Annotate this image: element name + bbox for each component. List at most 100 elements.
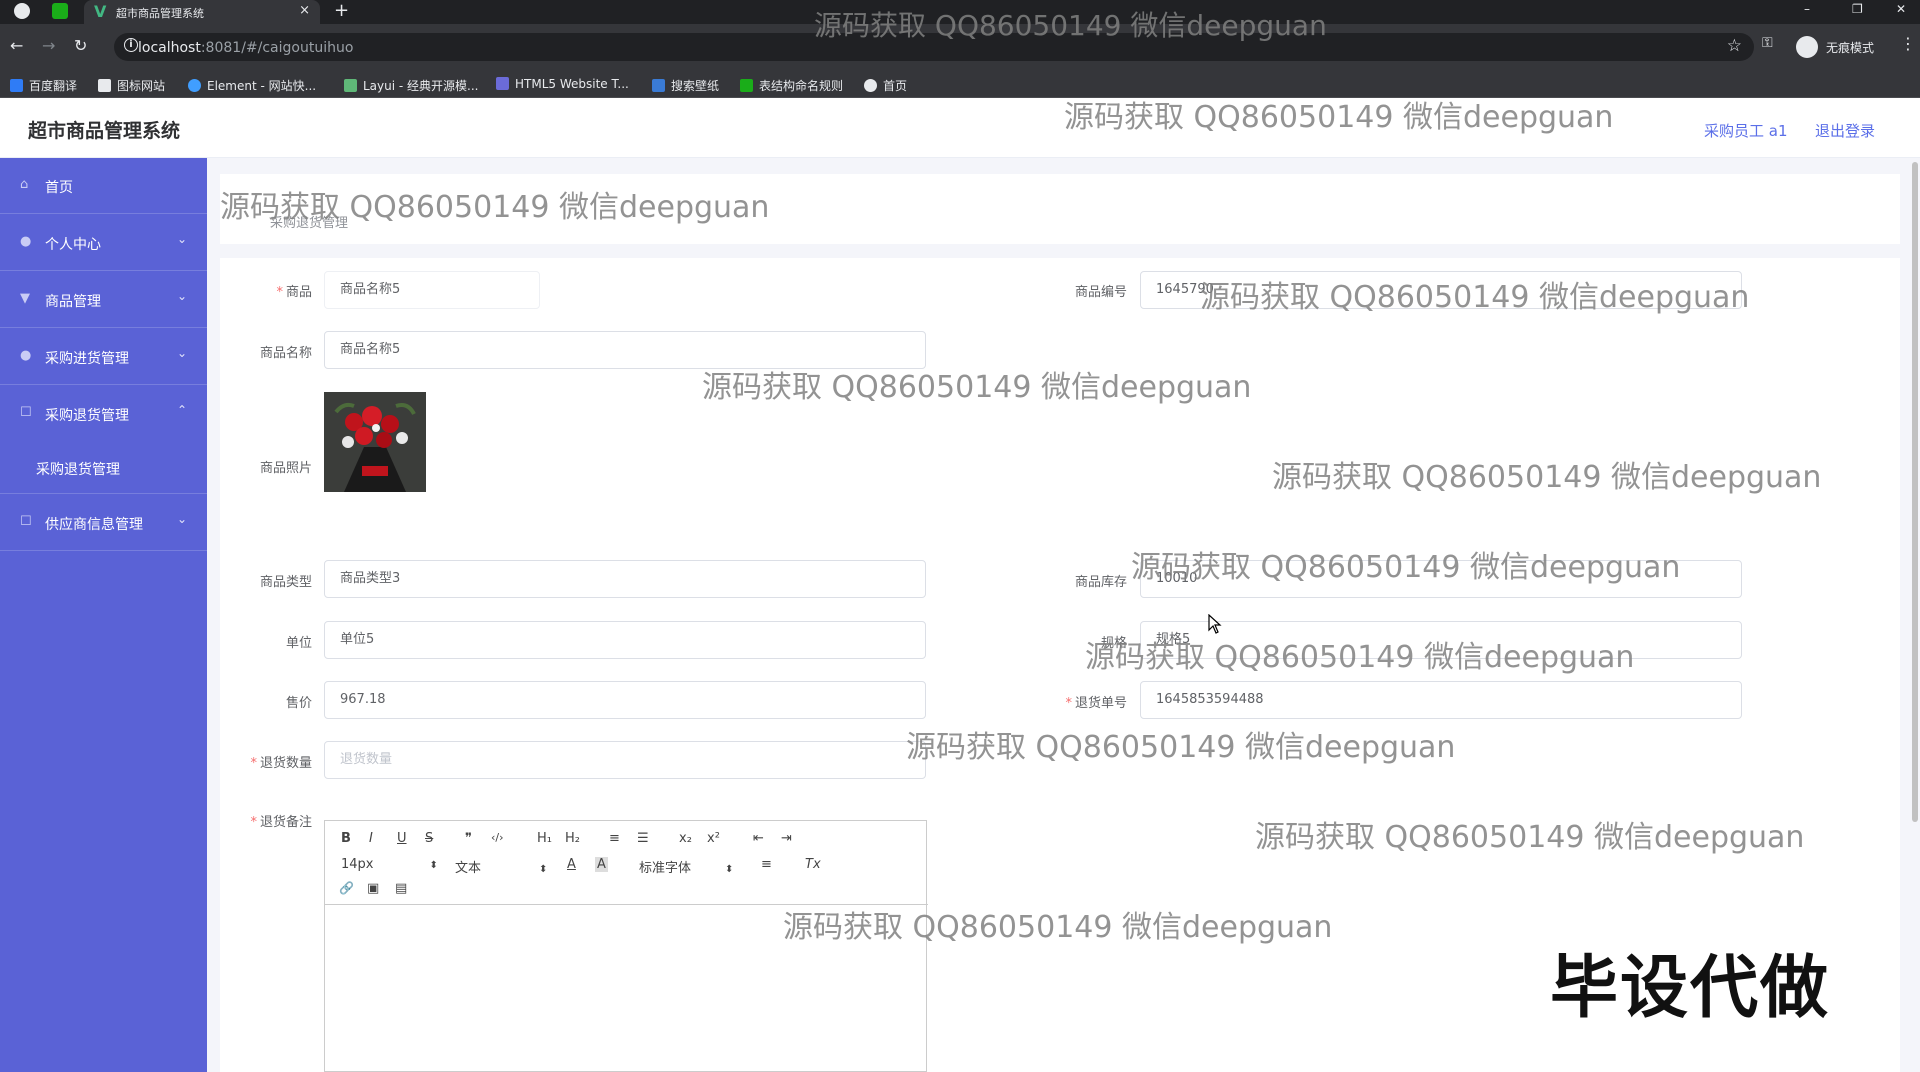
subscript-button[interactable]: x₂ [679, 831, 692, 846]
strike-button[interactable]: S [425, 831, 433, 846]
browser-menu-icon[interactable]: ⋮ [1900, 34, 1916, 53]
return-qty-label: * 退货数量 [212, 752, 312, 771]
rich-text-editor[interactable]: B I U S ❞ ‹/› H₁ H₂ ≡ ☰ x₂ x² ⇤ ⇥ 14px ⬍ … [324, 820, 928, 1072]
bookmark-item[interactable]: 表结构命名规则 [740, 77, 843, 94]
select-arrows-icon: ⬍ [539, 864, 548, 875]
watermark: 源码获取 QQ86050149 微信deepguan [1255, 820, 1805, 855]
watermark: 源码获取 QQ86050149 微信deepguan [783, 910, 1333, 945]
price-label: 售价 [285, 696, 312, 711]
code-button[interactable]: ‹/› [491, 831, 504, 844]
goods-photo [324, 392, 426, 492]
scrollbar[interactable] [1912, 162, 1918, 822]
forward-arrow-icon[interactable]: → [42, 36, 55, 55]
logout-link[interactable]: 退出登录 [1815, 120, 1875, 141]
blockquote-button[interactable]: ❞ [465, 831, 472, 846]
watermark: 源码获取 QQ86050149 微信deepguan [1272, 460, 1822, 495]
wallpaper-icon [652, 79, 665, 92]
header-select[interactable]: 文本 ⬍ [455, 857, 547, 876]
return-no-field[interactable]: 1645853594488 [1140, 681, 1742, 719]
current-user-link[interactable]: 采购员工 a1 [1704, 120, 1788, 141]
sidebar-item-profile[interactable]: ● 个人中心 ⌄ [0, 215, 207, 271]
sidebar-item-goods[interactable]: ▼ 商品管理 ⌄ [0, 272, 207, 328]
flag-icon [98, 79, 111, 92]
sidebar-item-purchase-in[interactable]: ● 采购进货管理 ⌄ [0, 329, 207, 385]
sidebar-subitem-purchase-return[interactable]: 采购退货管理 [0, 442, 207, 494]
required-mark: * [250, 815, 257, 830]
bookmark-label: 表结构命名规则 [759, 79, 844, 93]
minimize-button[interactable]: – [1804, 2, 1810, 16]
font-color-button[interactable]: A [567, 857, 576, 872]
bookmark-item[interactable]: 搜索壁纸 [652, 77, 719, 94]
site-info-icon[interactable]: i [124, 38, 138, 52]
image-button[interactable]: ▣ [367, 881, 379, 896]
watermark: 源码获取 QQ86050149 微信deepguan [702, 370, 1252, 405]
bookmark-label: 首页 [883, 79, 908, 93]
video-button[interactable]: ▤ [395, 881, 407, 896]
h1-button[interactable]: H₁ [537, 831, 552, 846]
bullet-list-button[interactable]: ☰ [637, 831, 649, 846]
active-tab[interactable]: V 超市商品管理系统 × [84, 0, 320, 24]
select-arrows-icon: ⬍ [725, 864, 734, 875]
background-color-button[interactable]: A [595, 857, 608, 872]
return-remark-label-text: 退货备注 [259, 815, 312, 830]
indent-button[interactable]: ⇥ [781, 831, 792, 846]
bold-button[interactable]: B [341, 831, 351, 846]
sidebar-item-purchase-return[interactable]: ☐ 采购退货管理 ⌃ [0, 386, 207, 442]
goods-select[interactable]: 商品名称5 [324, 271, 540, 309]
watermark: 源码获取 QQ86050149 微信deepguan [1200, 280, 1750, 315]
new-tab-button[interactable]: + [334, 0, 349, 21]
bookmark-star-icon[interactable]: ☆ [1727, 36, 1742, 56]
font-family-value: 标准字体 [639, 861, 692, 876]
close-window-button[interactable]: ✕ [1896, 2, 1906, 16]
element-icon [188, 79, 201, 92]
chrome-logo-icon [14, 3, 30, 19]
outdent-button[interactable]: ⇤ [753, 831, 764, 846]
sidebar-item-label: 首页 [45, 180, 73, 196]
bookmark-item[interactable]: 图标网站 [98, 77, 165, 94]
bookmark-item[interactable]: Element - 网站快... [188, 77, 316, 94]
list-icon: ☐ [20, 514, 32, 529]
price-field[interactable]: 967.18 [324, 681, 926, 719]
bookmark-label: 搜索壁纸 [671, 79, 720, 93]
tab-close-icon[interactable]: × [299, 3, 310, 18]
link-button[interactable]: 🔗 [339, 881, 354, 895]
underline-button[interactable]: U [397, 831, 407, 846]
incognito-icon[interactable] [1796, 36, 1818, 58]
font-size-select[interactable]: 14px ⬍ [341, 857, 438, 872]
photo-label: 商品照片 [259, 461, 312, 476]
italic-button[interactable]: I [369, 831, 373, 846]
bookmarks-bar: 百度翻译 图标网站 Element - 网站快... Layui - 经典开源模… [0, 70, 1920, 98]
bookmark-item[interactable]: Layui - 经典开源模... [344, 77, 478, 94]
chevron-down-icon: ⌄ [176, 289, 187, 303]
bookmark-item[interactable]: 首页 [864, 77, 907, 94]
font-family-select[interactable]: 标准字体 ⬍ [639, 857, 733, 876]
chevron-down-icon: ⌄ [176, 512, 187, 526]
superscript-button[interactable]: x² [707, 831, 720, 846]
goods-type-field[interactable]: 商品类型3 [324, 560, 926, 598]
sidebar-item-label: 供应商信息管理 [45, 517, 143, 533]
align-button[interactable]: ≡ [761, 857, 772, 872]
watermark: 源码获取 QQ86050149 微信deepguan [1131, 550, 1681, 585]
bookmark-item[interactable]: HTML5 Website T... [496, 77, 629, 91]
sidebar-item-supplier[interactable]: ☐ 供应商信息管理 ⌄ [0, 495, 207, 551]
return-no-label-text: 退货单号 [1074, 696, 1127, 711]
return-qty-input[interactable]: 退货数量 [324, 741, 926, 779]
sidebar: ⌂ 首页 ● 个人中心 ⌄ ▼ 商品管理 ⌄ ● 采购进货管理 ⌄ ☐ 采购退货… [0, 158, 207, 1072]
unit-field[interactable]: 单位5 [324, 621, 926, 659]
ordered-list-button[interactable]: ≡ [609, 831, 620, 846]
incognito-label: 无痕模式 [1826, 41, 1875, 55]
sidebar-item-home[interactable]: ⌂ 首页 [0, 158, 207, 214]
pinned-tab-icon[interactable] [52, 3, 68, 19]
vue-logo-icon: V [94, 2, 107, 21]
header-value: 文本 [455, 861, 482, 876]
back-arrow-icon[interactable]: ← [10, 36, 23, 55]
reload-icon[interactable]: ↻ [74, 36, 87, 55]
return-qty-label-text: 退货数量 [259, 756, 312, 771]
h2-button[interactable]: H₂ [565, 831, 580, 846]
key-icon[interactable]: ⚿ [1762, 35, 1773, 51]
html5-icon [496, 77, 509, 90]
bookmark-item[interactable]: 百度翻译 [10, 77, 77, 94]
restore-button[interactable]: ❐ [1852, 2, 1863, 16]
app-header: 超市商品管理系统 采购员工 a1 退出登录 [0, 98, 1920, 158]
clear-format-button[interactable]: Tx [805, 857, 821, 872]
